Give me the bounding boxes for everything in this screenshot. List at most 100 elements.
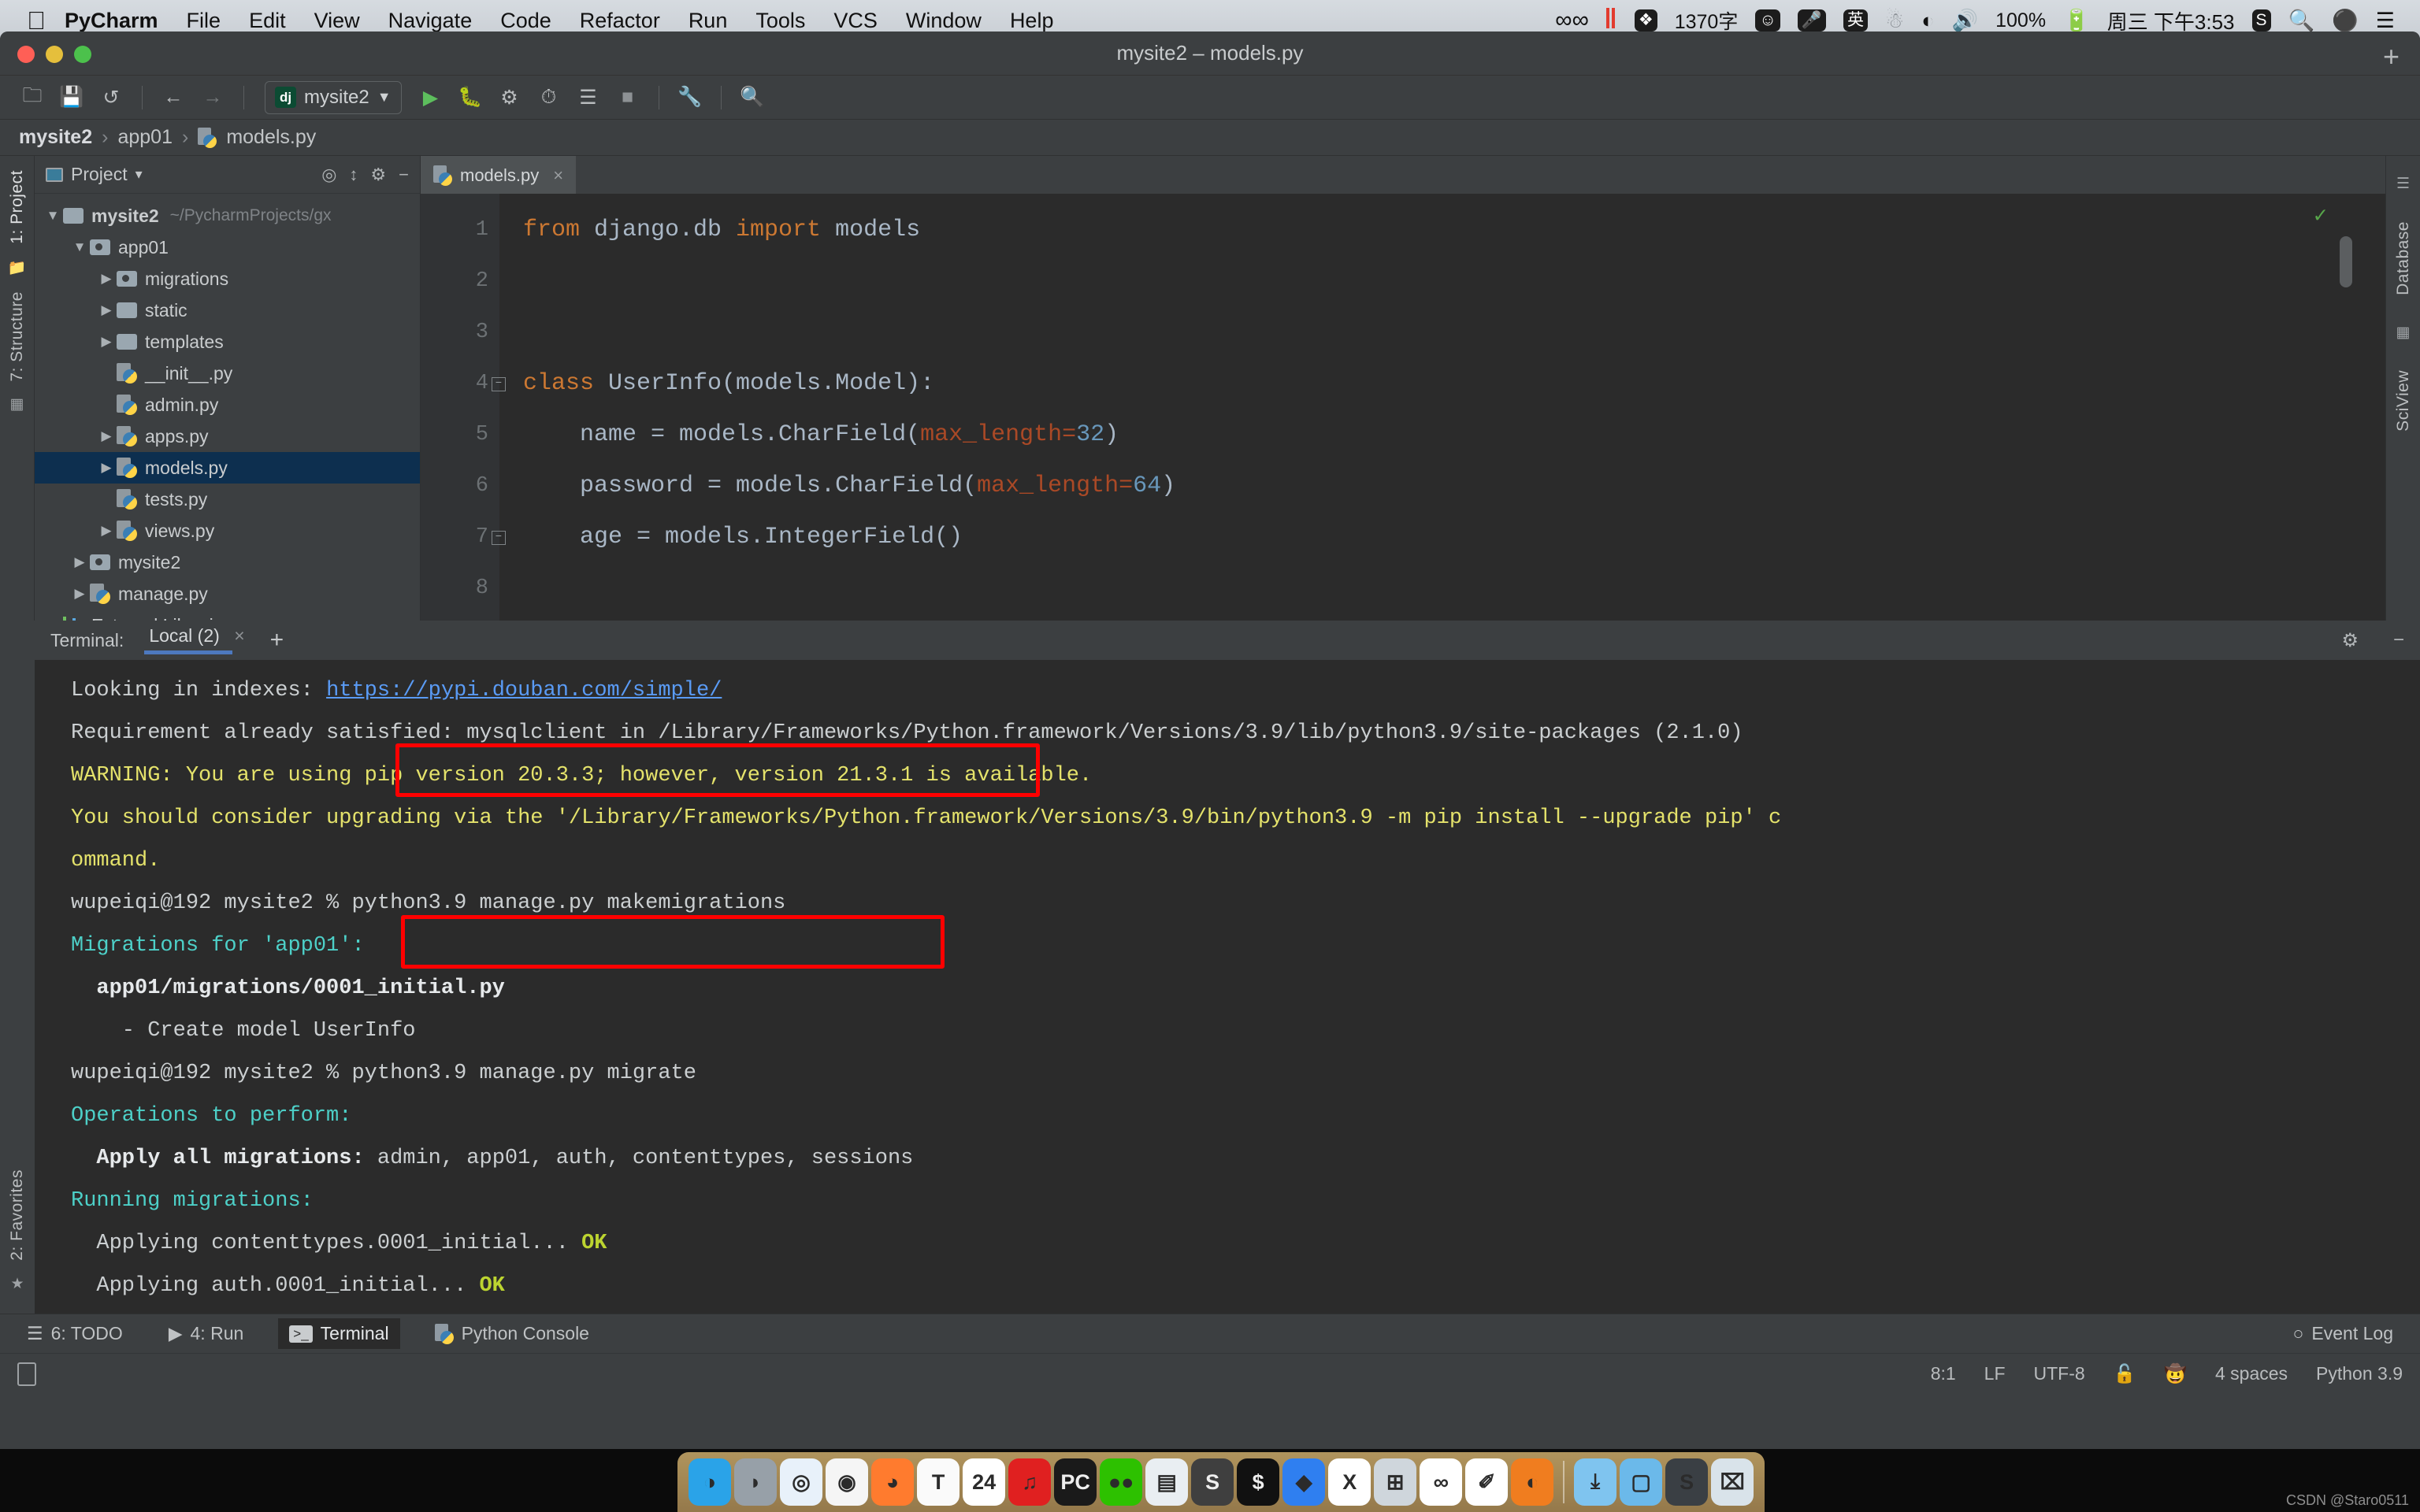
settings-wrench-icon[interactable]: 🔧 — [672, 80, 708, 115]
menu-view[interactable]: View — [314, 9, 360, 33]
chevron-down-icon[interactable]: ▼ — [43, 208, 63, 224]
tree-item-views-py[interactable]: ▶views.py — [35, 515, 420, 547]
gear-icon[interactable]: ⚙ — [370, 165, 386, 185]
project-panel-title[interactable]: Project — [71, 164, 128, 185]
tree-item-admin-py[interactable]: ▶admin.py — [35, 389, 420, 421]
locate-icon[interactable]: ◎ — [321, 165, 336, 185]
tree-item-migrations[interactable]: ▶migrations — [35, 263, 420, 295]
menu-run[interactable]: Run — [689, 9, 728, 33]
chevron-right-icon[interactable]: ▶ — [96, 491, 117, 507]
siri-icon[interactable]: ⚫ — [2332, 8, 2359, 33]
run-icon[interactable]: ▶ — [413, 80, 449, 115]
dock-icon-documents-folder[interactable]: ▢ — [1620, 1458, 1662, 1506]
dock-icon-launchpad[interactable]: ◗ — [734, 1458, 777, 1506]
zoom-window-button[interactable] — [74, 46, 91, 63]
gear-icon[interactable]: ⚙ — [2341, 629, 2359, 652]
microphone-icon[interactable]: 🎤 — [1798, 9, 1826, 31]
sogou-icon[interactable]: S — [2252, 9, 2271, 31]
file-encoding[interactable]: UTF-8 — [2034, 1363, 2085, 1384]
dock-icon-netease-music[interactable]: ♫ — [1008, 1458, 1051, 1506]
dock-icon-wechat[interactable]: ●● — [1100, 1458, 1142, 1506]
python-interpreter[interactable]: Python 3.9 — [2316, 1363, 2403, 1384]
dock-icon-chrome[interactable]: ◉ — [826, 1458, 868, 1506]
dock-icon-sublime[interactable]: S — [1191, 1458, 1234, 1506]
chevron-right-icon[interactable]: ▶ — [96, 523, 117, 539]
chevron-down-icon[interactable]: ▼ — [69, 239, 90, 255]
tool-window-todo[interactable]: ☰ 6: TODO — [16, 1318, 134, 1349]
chevron-right-icon[interactable]: ▶ — [96, 302, 117, 318]
tool-window-python-console[interactable]: Python Console — [424, 1318, 600, 1349]
search-everywhere-icon[interactable]: 🔍 — [734, 80, 770, 115]
menu-code[interactable]: Code — [500, 9, 551, 33]
breadcrumb-item-app01[interactable]: app01 — [117, 126, 173, 149]
menu-tools[interactable]: Tools — [755, 9, 805, 33]
sidebar-item-database[interactable]: Database — [2394, 215, 2413, 302]
collapse-all-icon[interactable]: ↕ — [349, 165, 358, 185]
chevron-down-icon[interactable]: ▾ — [135, 166, 143, 183]
dock-icon-downloads-stack[interactable]: ⤓ — [1574, 1458, 1616, 1506]
menu-navigate[interactable]: Navigate — [388, 9, 473, 33]
wifi-icon[interactable]: ◐ — [1921, 9, 1934, 33]
menu-vcs[interactable]: VCS — [833, 9, 878, 33]
inspection-check-icon[interactable]: ✓ — [2314, 202, 2327, 229]
chevron-right-icon[interactable]: ▶ — [96, 460, 117, 476]
terminal-link[interactable]: https://pypi.douban.com/simple/ — [326, 679, 722, 702]
menu-window[interactable]: Window — [906, 9, 982, 33]
dock-icon-parallels[interactable]: ⊞ — [1374, 1458, 1416, 1506]
stop-icon[interactable]: ■ — [610, 80, 646, 115]
run-configuration-selector[interactable]: dj mysite2 ▼ — [265, 81, 402, 114]
tool-window-terminal[interactable]: >_ Terminal — [278, 1318, 399, 1349]
new-terminal-button[interactable]: + — [270, 627, 284, 654]
bluetooth-icon[interactable]: ☃ — [1885, 9, 1904, 33]
chevron-right-icon[interactable]: ▶ — [69, 586, 90, 602]
dock-icon-terminal-app[interactable]: $ — [1237, 1458, 1279, 1506]
chevron-right-icon[interactable]: ▶ — [96, 365, 117, 381]
menu-refactor[interactable]: Refactor — [580, 9, 660, 33]
apple-menu-icon[interactable]:  — [27, 8, 46, 33]
run-with-options-icon[interactable]: ☰ — [570, 80, 607, 115]
dock-icon-calendar[interactable]: 24 — [963, 1458, 1005, 1506]
profile-icon[interactable]: ⏱ — [531, 80, 567, 115]
emoji-icon[interactable]: ☺ — [1755, 9, 1780, 31]
close-window-button[interactable] — [17, 46, 35, 63]
dock-icon-finder[interactable]: ◑ — [689, 1458, 731, 1506]
volume-icon[interactable]: 🔊 — [1951, 8, 1978, 33]
hide-icon[interactable]: − — [2393, 629, 2404, 651]
tab-models-py[interactable]: models.py × — [421, 156, 576, 194]
close-icon[interactable]: × — [553, 165, 563, 186]
red-bars-icon[interactable] — [1606, 8, 1617, 34]
chevron-right-icon[interactable]: ▶ — [96, 271, 117, 287]
dock-icon-safari[interactable]: ◎ — [780, 1458, 822, 1506]
sidebar-item-sciview[interactable]: SciView — [2394, 364, 2413, 438]
input-method-icon[interactable]: 英 — [1843, 9, 1868, 31]
chevron-right-icon[interactable]: ▶ — [96, 397, 117, 413]
editor-scrollbar[interactable] — [2340, 236, 2352, 287]
unlocked-icon[interactable]: 🔓 — [2114, 1363, 2136, 1384]
terminal-tab-local[interactable]: Local (2) × — [144, 625, 249, 656]
back-icon[interactable]: ← — [155, 80, 191, 115]
hide-icon[interactable]: − — [399, 165, 409, 185]
close-icon[interactable]: × — [234, 625, 244, 646]
save-icon[interactable]: 💾 — [54, 80, 90, 115]
chevron-right-icon[interactable]: ▶ — [96, 334, 117, 350]
tree-item-app01[interactable]: ▼app01 — [35, 232, 420, 263]
tree-item-mysite2[interactable]: ▶mysite2 — [35, 547, 420, 578]
hector-icon[interactable]: 🤠 — [2164, 1363, 2187, 1384]
chevron-right-icon[interactable]: ▶ — [96, 428, 117, 444]
infinity-icon[interactable]: ∞∞ — [1555, 7, 1589, 34]
sidebar-item-project[interactable]: 1: Project — [8, 164, 27, 250]
dock-icon-baidu-netdisk[interactable]: ∞ — [1420, 1458, 1462, 1506]
dock-icon-qq-browser[interactable]: ◐ — [1511, 1458, 1553, 1506]
tree-item-templates[interactable]: ▶templates — [35, 326, 420, 358]
minimize-window-button[interactable] — [46, 46, 63, 63]
dock-icon-feishu[interactable]: ◆ — [1282, 1458, 1325, 1506]
dock-icon-excel[interactable]: X — [1328, 1458, 1371, 1506]
event-log-button[interactable]: ○ Event Log — [2282, 1318, 2405, 1349]
dock-icon-trash[interactable]: ⌧ — [1711, 1458, 1754, 1506]
control-center-icon[interactable]: ☰ — [2376, 9, 2395, 33]
dock-icon-firefox[interactable]: ◕ — [871, 1458, 914, 1506]
dock-icon-screenshot-file[interactable]: S — [1665, 1458, 1708, 1506]
dock-icon-penbook[interactable]: ✐ — [1465, 1458, 1508, 1506]
new-tab-button[interactable]: + — [2383, 43, 2400, 71]
menu-edit[interactable]: Edit — [249, 9, 286, 33]
